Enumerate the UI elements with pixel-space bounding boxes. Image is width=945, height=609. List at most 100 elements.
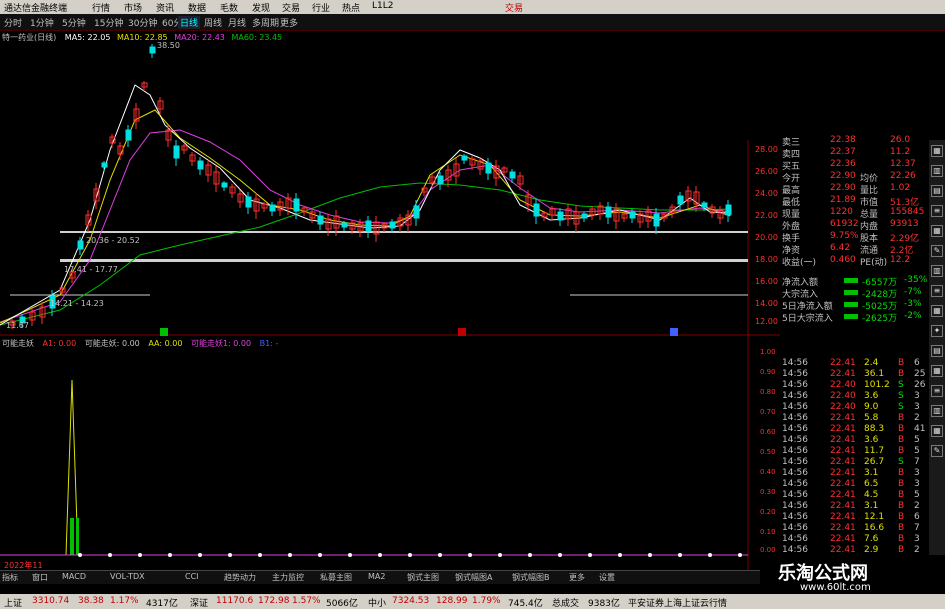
- indicator-tab[interactable]: 趋势动力: [224, 572, 256, 583]
- tool-icon[interactable]: ✦: [931, 325, 943, 337]
- event-marker[interactable]: [458, 328, 466, 336]
- chart-icon[interactable]: ▥: [931, 165, 943, 177]
- period-tab[interactable]: 30分钟: [128, 16, 157, 29]
- index-name[interactable]: 中小: [368, 596, 386, 609]
- tick-n: 3: [914, 391, 920, 401]
- tool-icon[interactable]: ✎: [931, 445, 943, 457]
- baseline-dot: [468, 553, 472, 557]
- price-tick: 12.00: [755, 317, 778, 326]
- list-icon[interactable]: ≡: [931, 285, 943, 297]
- indicator-tab[interactable]: CCI: [185, 572, 199, 581]
- menu-item[interactable]: 毛数: [220, 1, 238, 14]
- tick-s: B: [898, 413, 905, 423]
- indicator-tab[interactable]: MA2: [368, 572, 385, 581]
- indicator-tab[interactable]: 指标: [2, 572, 18, 583]
- tick-v: 11.7: [864, 446, 885, 456]
- period-tab[interactable]: 5分钟: [62, 16, 86, 29]
- chart-icon[interactable]: ▤: [931, 345, 943, 357]
- kline-chart[interactable]: 38.50 11.67 20.36 - 20.52 17.41 - 17.77 …: [0, 40, 780, 570]
- tick-n: 3: [914, 534, 920, 544]
- tick-n: 41: [914, 424, 926, 434]
- menu-item[interactable]: 资讯: [156, 1, 174, 14]
- period-tab[interactable]: 多周期: [252, 16, 279, 29]
- period-tab[interactable]: 更多: [280, 16, 298, 29]
- flow-bar: [844, 290, 858, 295]
- grid-icon[interactable]: ▦: [931, 365, 943, 377]
- quote-row: 卖四 22.37 11.2: [780, 147, 928, 160]
- index-name[interactable]: 上证: [4, 596, 22, 609]
- period-tab[interactable]: 月线: [228, 16, 246, 29]
- candle-body: [197, 160, 204, 170]
- event-marker[interactable]: [160, 328, 168, 336]
- tick-n: 26: [914, 380, 926, 390]
- chart-icon[interactable]: ▥: [931, 265, 943, 277]
- indicator-tab[interactable]: 主力监控: [272, 572, 304, 583]
- quote-v2: 26.0: [890, 135, 911, 145]
- quote-row: 现量 1220 总量 155845: [780, 207, 928, 220]
- period-tab-active[interactable]: 日线: [178, 16, 201, 29]
- indicator-tab[interactable]: 钢式主图: [407, 572, 439, 583]
- indicator-aa: AA: 0.00: [148, 339, 183, 348]
- candle-body: [149, 46, 156, 54]
- indicator-tab[interactable]: 更多: [569, 572, 585, 583]
- grid-icon[interactable]: ▦: [931, 425, 943, 437]
- period-tab[interactable]: 1分钟: [30, 16, 54, 29]
- event-marker[interactable]: [670, 328, 678, 336]
- period-tab[interactable]: 分时: [4, 16, 22, 29]
- list-icon[interactable]: ≡: [931, 205, 943, 217]
- index-amount: 5066亿: [326, 599, 358, 609]
- index-value: 7324.53: [392, 596, 430, 606]
- indicator-tab[interactable]: 私募主图: [320, 572, 352, 583]
- trade-button[interactable]: 交易: [505, 1, 523, 14]
- menu-item[interactable]: 数据: [188, 1, 206, 14]
- menu-item[interactable]: 发现: [252, 1, 270, 14]
- indicator-name[interactable]: 可能走妖: [2, 339, 34, 348]
- list-icon[interactable]: ≡: [931, 385, 943, 397]
- tick-v: 2.9: [864, 545, 879, 555]
- flow-bar: [844, 302, 858, 307]
- tick-t: 14:56: [782, 534, 808, 544]
- tick-v: 36.1: [864, 369, 885, 379]
- tool-icon[interactable]: ✎: [931, 245, 943, 257]
- menu-item[interactable]: 行情: [92, 1, 110, 14]
- indicator-tab[interactable]: 钢式幅图A: [455, 572, 492, 583]
- tick-t: 14:56: [782, 413, 808, 423]
- tick-n: 2: [914, 545, 920, 555]
- indicator-tab[interactable]: 窗口: [32, 572, 48, 583]
- menu-item[interactable]: 热点: [342, 1, 360, 14]
- watermark: 乐淘公式网 www.60lt.com: [760, 555, 945, 595]
- grid-icon[interactable]: ▦: [931, 305, 943, 317]
- total-value: 9383亿: [588, 599, 620, 609]
- menu-item[interactable]: L1L2: [372, 1, 393, 11]
- indicator-tab[interactable]: 钢式幅图B: [512, 572, 550, 583]
- period-tab[interactable]: 15分钟: [94, 16, 123, 29]
- baseline-dot: [708, 553, 712, 557]
- tick-t: 14:56: [782, 490, 808, 500]
- menu-item[interactable]: 行业: [312, 1, 330, 14]
- indicator-tab[interactable]: 设置: [599, 572, 615, 583]
- indicator-tab[interactable]: VOL-TDX: [110, 572, 145, 581]
- tick-n: 25: [914, 369, 926, 379]
- tick-s: B: [898, 435, 905, 445]
- baseline-dot: [558, 553, 562, 557]
- grid-icon[interactable]: ▦: [931, 145, 943, 157]
- chart-icon[interactable]: ▤: [931, 185, 943, 197]
- chart-icon[interactable]: ▥: [931, 405, 943, 417]
- menu-item[interactable]: 交易: [282, 1, 300, 14]
- grid-icon[interactable]: ▦: [931, 225, 943, 237]
- tick-list[interactable]: 14:56 22.41 2.4 B 6 14:56 22.41 36.1 B 25 14:56 22.…: [780, 358, 928, 558]
- candle-body: [269, 204, 276, 212]
- tick-p: 22.40: [830, 402, 856, 412]
- baseline-dot: [318, 553, 322, 557]
- tick-t: 14:56: [782, 358, 808, 368]
- baseline-dot: [438, 553, 442, 557]
- period-tab[interactable]: 周线: [204, 16, 222, 29]
- support-band: [60, 231, 748, 233]
- menu-item[interactable]: 市场: [124, 1, 142, 14]
- indicator-tick: 0.60: [760, 428, 776, 436]
- tick-n: 3: [914, 402, 920, 412]
- indicator-tab[interactable]: MACD: [62, 572, 86, 581]
- tick-p: 22.41: [830, 369, 856, 379]
- tick-n: 5: [914, 446, 920, 456]
- index-name[interactable]: 深证: [190, 596, 208, 609]
